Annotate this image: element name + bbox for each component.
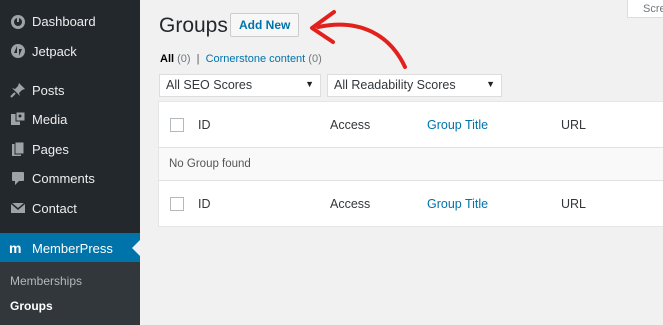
column-footer-group-title[interactable]: Group Title xyxy=(427,197,488,211)
groups-table: ID Access Group Title URL No Group found… xyxy=(158,101,663,227)
mail-icon xyxy=(8,198,28,218)
column-footer-access: Access xyxy=(330,197,371,211)
sidebar-item-posts[interactable]: Posts xyxy=(0,75,140,105)
pin-icon xyxy=(8,80,28,100)
memberpress-icon: m xyxy=(8,238,28,258)
sidebar-item-comments[interactable]: Comments xyxy=(0,163,140,193)
dashboard-icon xyxy=(8,11,28,31)
sidebar-item-jetpack[interactable]: Jetpack xyxy=(0,36,140,66)
comment-icon xyxy=(8,168,28,188)
table-header-row: ID Access Group Title URL xyxy=(159,102,663,148)
sidebar-item-pages[interactable]: Pages xyxy=(0,134,140,164)
screen-options-tab[interactable]: Scre xyxy=(627,0,663,18)
column-footer-url: URL xyxy=(561,197,587,211)
sidebar-item-label: Media xyxy=(32,111,68,127)
seo-score-select-value: All SEO Scores xyxy=(166,78,253,92)
filter-all-link[interactable]: All xyxy=(160,53,174,65)
memberpress-submenu: Memberships Groups xyxy=(0,262,140,325)
sidebar-item-label: Contact xyxy=(32,200,77,216)
column-header-access: Access xyxy=(330,118,371,132)
sidebar-item-dashboard[interactable]: Dashboard xyxy=(0,6,140,36)
sidebar-item-label: Dashboard xyxy=(32,13,96,29)
sidebar-item-media[interactable]: Media xyxy=(0,104,140,134)
svg-text:m: m xyxy=(9,241,21,255)
chevron-down-icon: ▼ xyxy=(486,79,495,89)
active-indicator-arrow xyxy=(132,240,140,256)
filter-separator: | xyxy=(196,53,200,65)
sidebar-item-contact[interactable]: Contact xyxy=(0,193,140,223)
filter-all-count: (0) xyxy=(177,53,191,65)
add-new-button[interactable]: Add New xyxy=(230,13,300,37)
readability-score-select[interactable]: All Readability Scores ▼ xyxy=(327,74,502,97)
column-header-group-title[interactable]: Group Title xyxy=(427,118,488,132)
submenu-item-memberships[interactable]: Memberships xyxy=(10,274,82,288)
readability-score-select-value: All Readability Scores xyxy=(334,78,456,92)
page-title: Groups xyxy=(159,14,228,37)
select-all-checkbox[interactable] xyxy=(170,118,184,132)
empty-message: No Group found xyxy=(169,158,251,170)
sidebar-item-label: MemberPress xyxy=(32,240,113,256)
jetpack-icon xyxy=(8,41,28,61)
column-header-id[interactable]: ID xyxy=(198,118,211,132)
sidebar-item-memberpress[interactable]: m MemberPress xyxy=(0,233,140,263)
sidebar-item-label: Pages xyxy=(32,141,69,157)
admin-sidebar: Dashboard Jetpack Posts Media Pages Comm… xyxy=(0,0,140,325)
view-filters: All (0) | Cornerstone content (0) xyxy=(160,53,322,65)
pages-icon xyxy=(8,139,28,159)
filter-cornerstone-link[interactable]: Cornerstone content xyxy=(206,53,306,65)
chevron-down-icon: ▼ xyxy=(305,79,314,89)
submenu-item-groups[interactable]: Groups xyxy=(10,299,53,313)
table-footer-row: ID Access Group Title URL xyxy=(159,181,663,227)
sidebar-item-label: Posts xyxy=(32,82,65,98)
column-header-url: URL xyxy=(561,118,587,132)
sidebar-item-label: Comments xyxy=(32,170,95,186)
media-icon xyxy=(8,109,28,129)
sidebar-item-label: Jetpack xyxy=(32,43,77,59)
select-all-checkbox[interactable] xyxy=(170,197,184,211)
seo-score-select[interactable]: All SEO Scores ▼ xyxy=(159,74,321,97)
column-footer-id[interactable]: ID xyxy=(198,197,211,211)
filter-cornerstone-count: (0) xyxy=(308,53,322,65)
table-row: No Group found xyxy=(159,148,663,181)
